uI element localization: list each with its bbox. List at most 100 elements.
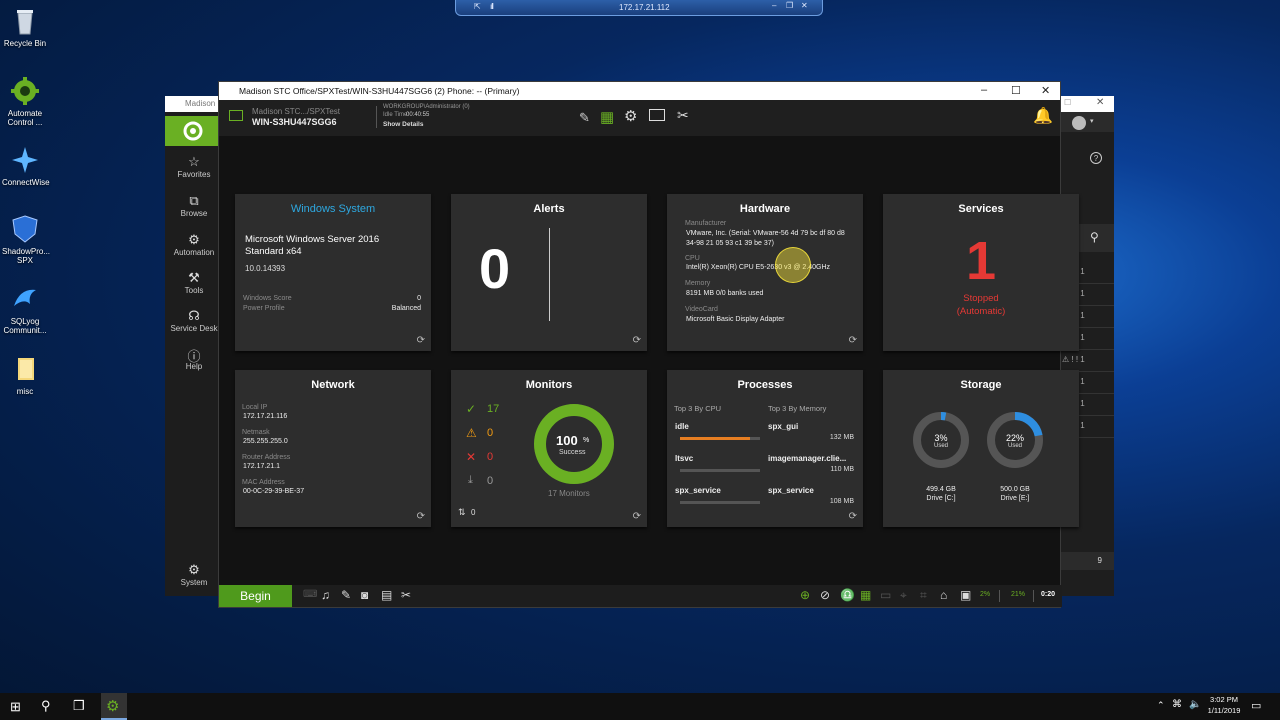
star-icon: ☆ xyxy=(188,154,200,169)
pencil-icon[interactable]: ✎ xyxy=(579,110,590,126)
chart-icon[interactable]: ▦ xyxy=(860,588,871,602)
pin-icon[interactable]: ⇱ xyxy=(474,2,481,11)
refresh-icon[interactable]: ⟳ xyxy=(633,511,641,522)
network-icon[interactable]: ⌘ xyxy=(1172,699,1182,710)
list-item[interactable]: ⚠ ! ! 1 xyxy=(1058,350,1114,372)
sidebar-item-service-desk[interactable]: ☊ Service Desk xyxy=(165,308,223,333)
help-icon[interactable]: ? xyxy=(1090,152,1102,164)
cpu-bar-track xyxy=(680,469,760,472)
refresh-icon[interactable]: ⟳ xyxy=(417,511,425,522)
refresh-icon[interactable]: ⟳ xyxy=(849,335,857,346)
windows-start-icon[interactable]: ⊞ xyxy=(10,699,21,715)
compass-icon[interactable]: ⊘ xyxy=(820,588,830,602)
services-tile[interactable]: Services 1 Stopped (Automatic) xyxy=(883,194,1079,351)
desktop-icon-connectwise[interactable]: ConnectWise xyxy=(2,145,50,187)
search-icon[interactable]: ⚲ xyxy=(41,698,51,714)
storage-tile[interactable]: Storage 3% Used 499.4 GB Drive [C:] 22% … xyxy=(883,370,1079,527)
close-button[interactable]: ✕ xyxy=(1041,84,1050,97)
maximize-button[interactable]: ☐ xyxy=(1011,84,1021,97)
sidebar-item-system[interactable]: ⚙ System xyxy=(165,562,223,587)
tile-title: Storage xyxy=(960,379,1002,391)
desktop-icon-recycle-bin[interactable]: Recycle Bin xyxy=(2,6,48,48)
tile-title: Hardware xyxy=(739,203,791,215)
headset-icon: ☊ xyxy=(188,308,200,323)
refresh-icon[interactable]: ⟳ xyxy=(849,511,857,522)
task-view-icon[interactable]: ❒ xyxy=(73,698,85,714)
avatar[interactable] xyxy=(1072,116,1086,130)
background-window-restore-button[interactable]: ☐ xyxy=(1064,98,1071,107)
speedometer-icon[interactable]: ⌂ xyxy=(940,588,947,602)
alerts-tile[interactable]: Alerts 0 ⟳ xyxy=(451,194,647,351)
stopped-services-count[interactable]: 1 xyxy=(883,230,1079,292)
drive-percent: 3% xyxy=(934,433,948,443)
add-circle-icon[interactable]: ⊕ xyxy=(800,588,810,602)
camera-icon[interactable]: ◙ xyxy=(361,588,368,602)
gear-icon: ⚙ xyxy=(188,232,200,247)
sidebar-item-automation[interactable]: ⚙ Automation xyxy=(165,232,223,257)
monitors-down-count[interactable]: 0 xyxy=(487,475,493,487)
rdp-close-button[interactable]: ✕ xyxy=(801,1,808,10)
audio-icon[interactable]: ♫ xyxy=(321,588,330,602)
rdp-restore-button[interactable]: ❐ xyxy=(786,1,793,10)
memory-process-name: imagemanager.clie... xyxy=(768,454,847,463)
crop-icon[interactable]: ⌗ xyxy=(920,588,927,603)
screen-icon[interactable] xyxy=(649,109,665,121)
keyboard-icon[interactable]: ⌨ xyxy=(303,589,317,600)
network-tile[interactable]: Network Local IP 172.17.21.116 Netmask 2… xyxy=(235,370,431,527)
sidebar-item-browse[interactable]: ⧉ Browse xyxy=(165,193,223,218)
sort-icon[interactable]: ⇅ xyxy=(458,507,466,518)
cursor-highlight xyxy=(775,247,811,283)
hardware-tile[interactable]: Hardware Manufacturer VMware, Inc. (Seri… xyxy=(667,194,863,351)
minimize-button[interactable]: – xyxy=(981,84,987,96)
network-icon[interactable]: ⌖ xyxy=(900,588,907,603)
tile-title[interactable]: Windows System xyxy=(235,203,431,215)
gear-icon[interactable]: ⚙ xyxy=(624,107,637,125)
sidebar-item-favorites[interactable]: ☆ Favorites xyxy=(165,154,223,179)
search-icon[interactable]: ⚲ xyxy=(1090,230,1099,244)
taskbar-automate-app[interactable]: ⚙ xyxy=(101,693,127,720)
monitors-warn-count[interactable]: 0 xyxy=(487,427,493,439)
desktop-icon-sqlyog[interactable]: SQLyog Communit... xyxy=(2,284,48,335)
tools-icon[interactable]: ✂ xyxy=(677,107,689,124)
background-window-close-button[interactable]: ✕ xyxy=(1096,97,1104,108)
os-version: 10.0.14393 xyxy=(245,264,286,273)
screen-icon[interactable]: ▭ xyxy=(880,588,891,602)
clock-time[interactable]: 3:02 PM xyxy=(1204,695,1244,704)
sidebar-item-tools[interactable]: ⚒ Tools xyxy=(165,270,223,295)
bell-icon[interactable]: 🔔 xyxy=(1033,106,1053,126)
tools-icon[interactable]: ✂ xyxy=(401,588,411,602)
chevron-up-icon[interactable]: ⌃ xyxy=(1157,700,1165,711)
monitors-tile[interactable]: Monitors ✓ 17 ⚠ 0 ✕ 0 ⤓ 0 100 % Success … xyxy=(451,370,647,527)
volume-icon[interactable]: 🔈 xyxy=(1189,699,1201,710)
notification-icon[interactable]: ▭ xyxy=(1251,699,1261,712)
drive-c[interactable]: 3% Used 499.4 GB Drive [C:] xyxy=(911,410,971,503)
rdp-minimize-button[interactable]: – xyxy=(772,1,776,10)
recycle-bin-icon xyxy=(10,6,40,36)
router-label: Router Address xyxy=(242,454,291,461)
desktop-icon-shadowprotect[interactable]: ShadowPro... SPX xyxy=(2,214,50,265)
refresh-icon[interactable]: ⟳ xyxy=(417,335,425,346)
show-details-link[interactable]: Show Details xyxy=(383,121,423,128)
processes-tile[interactable]: Processes Top 3 By CPU Top 3 By Memory i… xyxy=(667,370,863,527)
sidebar-item-help[interactable]: ⓘ Help xyxy=(165,346,223,371)
bell-icon[interactable]: ♎ xyxy=(840,588,855,602)
desktop-icon-misc[interactable]: misc xyxy=(2,354,48,396)
monitors-ok-count[interactable]: 17 xyxy=(487,403,499,415)
pen-icon[interactable]: ✎ xyxy=(341,588,351,602)
drive-letter: Drive [C:] xyxy=(926,495,956,502)
monitors-fail-count[interactable]: 0 xyxy=(487,451,493,463)
desktop-icon-automate[interactable]: Automate Control ... xyxy=(2,76,48,127)
windows-system-tile[interactable]: Windows System Microsoft Windows Server … xyxy=(235,194,431,351)
chevron-down-icon[interactable]: ▾ xyxy=(1090,117,1094,125)
memory-process-value: 110 MB xyxy=(830,466,854,473)
clock-date[interactable]: 1/11/2019 xyxy=(1204,706,1244,715)
refresh-icon[interactable]: ⟳ xyxy=(633,335,641,346)
idle-time-value: 00:40:55 xyxy=(406,112,430,118)
drive-e[interactable]: 22% Used 500.0 GB Drive [E:] xyxy=(985,410,1045,503)
display-icon[interactable]: ▣ xyxy=(960,588,971,602)
dashboard-icon[interactable]: ▦ xyxy=(600,108,614,126)
begin-button[interactable]: Begin xyxy=(219,585,292,607)
automate-home-button[interactable] xyxy=(165,116,223,146)
top-memory-header: Top 3 By Memory xyxy=(768,404,827,413)
chat-icon[interactable]: ▤ xyxy=(381,588,392,602)
